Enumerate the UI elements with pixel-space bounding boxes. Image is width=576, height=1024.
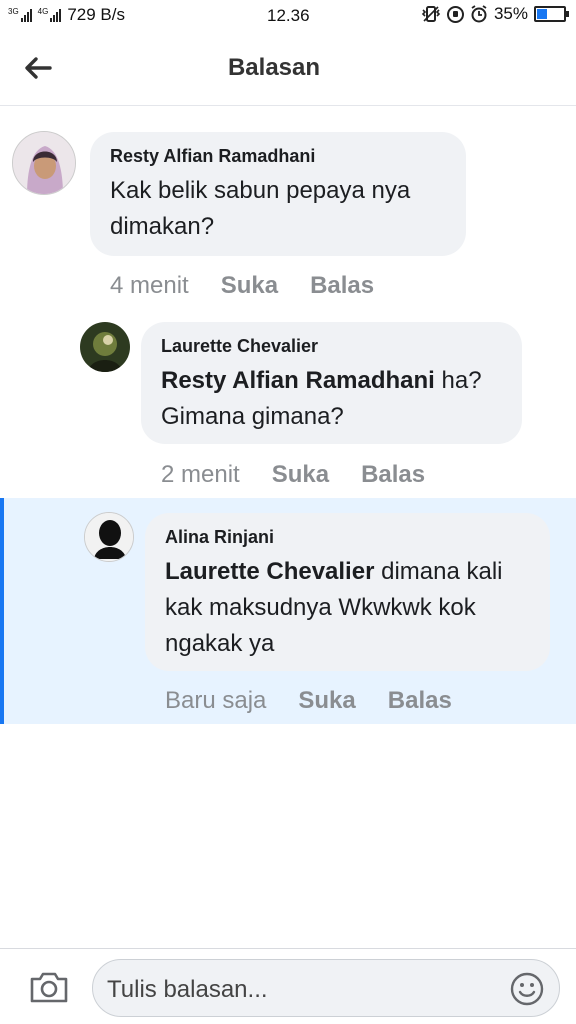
like-button[interactable]: Suka (298, 687, 355, 715)
battery-level-fill (537, 9, 547, 19)
comment-author[interactable]: Laurette Chevalier (161, 336, 502, 357)
reply-input[interactable]: Tulis balasan... (92, 959, 560, 1017)
status-left: 3G 4G 729 B/s (8, 5, 125, 25)
reply-button[interactable]: Balas (388, 687, 452, 715)
reply-button[interactable]: Balas (361, 461, 425, 489)
network-speed: 729 B/s (67, 5, 125, 24)
comment-text: Kak belik sabun pepaya nya dimakan? (110, 177, 411, 240)
comment-bubble[interactable]: Resty Alfian Ramadhani Kak belik sabun p… (90, 132, 466, 256)
app-header: Balasan (0, 32, 576, 106)
comment-time: 4 menit (110, 272, 189, 299)
signal-icon: 3G (8, 8, 32, 22)
lock-rotation-icon (446, 5, 464, 23)
status-time: 12.36 (267, 6, 310, 25)
comment-actions: Baru saja Suka Balas (165, 687, 452, 715)
avatar-image (80, 322, 130, 372)
status-right: 35% (421, 4, 569, 24)
reply-button[interactable]: Balas (310, 272, 374, 300)
comment-bubble[interactable]: Alina Rinjani Laurette Chevalier dimana … (145, 513, 550, 671)
avatar[interactable] (12, 131, 76, 195)
page-title: Balasan (227, 54, 321, 81)
reply-composer: Tulis balasan... (0, 948, 576, 1024)
status-bar: 3G 4G 729 B/s 12.36 35% (0, 0, 576, 32)
mention-link[interactable]: Resty Alfian Ramadhani (161, 367, 435, 394)
comment-actions: 4 menit Suka Balas (110, 272, 374, 300)
alarm-icon (471, 5, 487, 23)
avatar-image (85, 513, 133, 561)
avatar-image (13, 132, 75, 194)
like-button[interactable]: Suka (221, 272, 278, 300)
comment-author[interactable]: Resty Alfian Ramadhani (110, 146, 446, 167)
battery-icon (534, 6, 569, 22)
vibrate-icon (421, 6, 441, 22)
comment-time: Baru saja (165, 687, 267, 714)
battery-percent: 35% (493, 4, 528, 23)
like-button[interactable]: Suka (272, 461, 329, 489)
mention-link[interactable]: Laurette Chevalier (165, 558, 374, 585)
comment-bubble[interactable]: Laurette Chevalier Resty Alfian Ramadhan… (141, 322, 522, 444)
comment-author[interactable]: Alina Rinjani (165, 527, 530, 548)
comment-text: Laurette Chevalier dimana kali kak maksu… (165, 558, 503, 657)
comment-actions: 2 menit Suka Balas (161, 461, 425, 489)
comment-text: Resty Alfian Ramadhani ha? Gimana gimana… (161, 367, 482, 430)
smiley-icon[interactable] (509, 971, 545, 1007)
camera-icon[interactable] (28, 969, 70, 1005)
reply-placeholder: Tulis balasan... (107, 976, 268, 1003)
signal-icon-2: 4G (38, 8, 62, 22)
comment-time: 2 menit (161, 461, 240, 488)
avatar[interactable] (84, 512, 134, 562)
avatar[interactable] (80, 322, 130, 372)
